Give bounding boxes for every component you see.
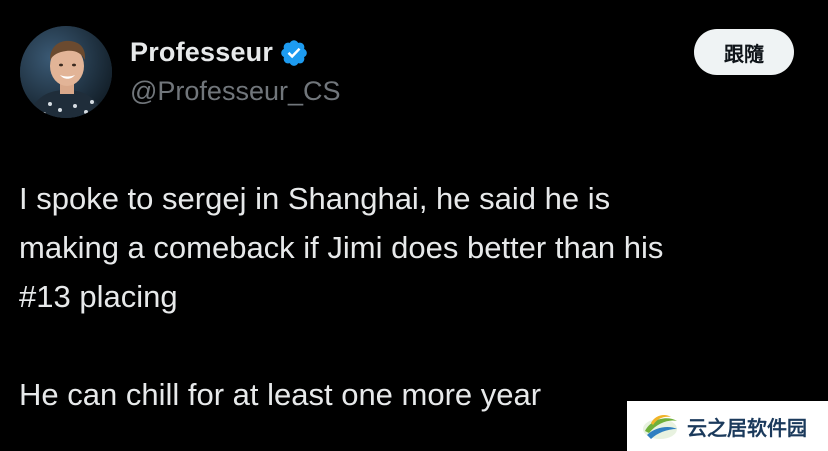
author-name-row: Professeur — [130, 36, 309, 68]
avatar[interactable] — [20, 26, 112, 118]
avatar-photo — [20, 26, 112, 118]
watermark-text: 云之居软件园 — [687, 415, 807, 440]
author-handle[interactable]: @Professeur_CS — [130, 76, 341, 107]
follow-button[interactable]: 跟隨 — [694, 29, 794, 75]
tweet-line: making a comeback if Jimi does better th… — [19, 230, 664, 265]
watermark: 云之居软件园 — [627, 401, 828, 451]
verified-badge-icon[interactable] — [279, 38, 309, 68]
tweet-line: I spoke to sergej in Shanghai, he said h… — [19, 181, 611, 216]
tweet-line: #13 placing — [19, 279, 178, 314]
tweet-text: I spoke to sergej in Shanghai, he said h… — [19, 174, 809, 419]
cloud-swoosh-logo-icon — [643, 415, 677, 439]
author-display-name[interactable]: Professeur — [130, 37, 273, 68]
